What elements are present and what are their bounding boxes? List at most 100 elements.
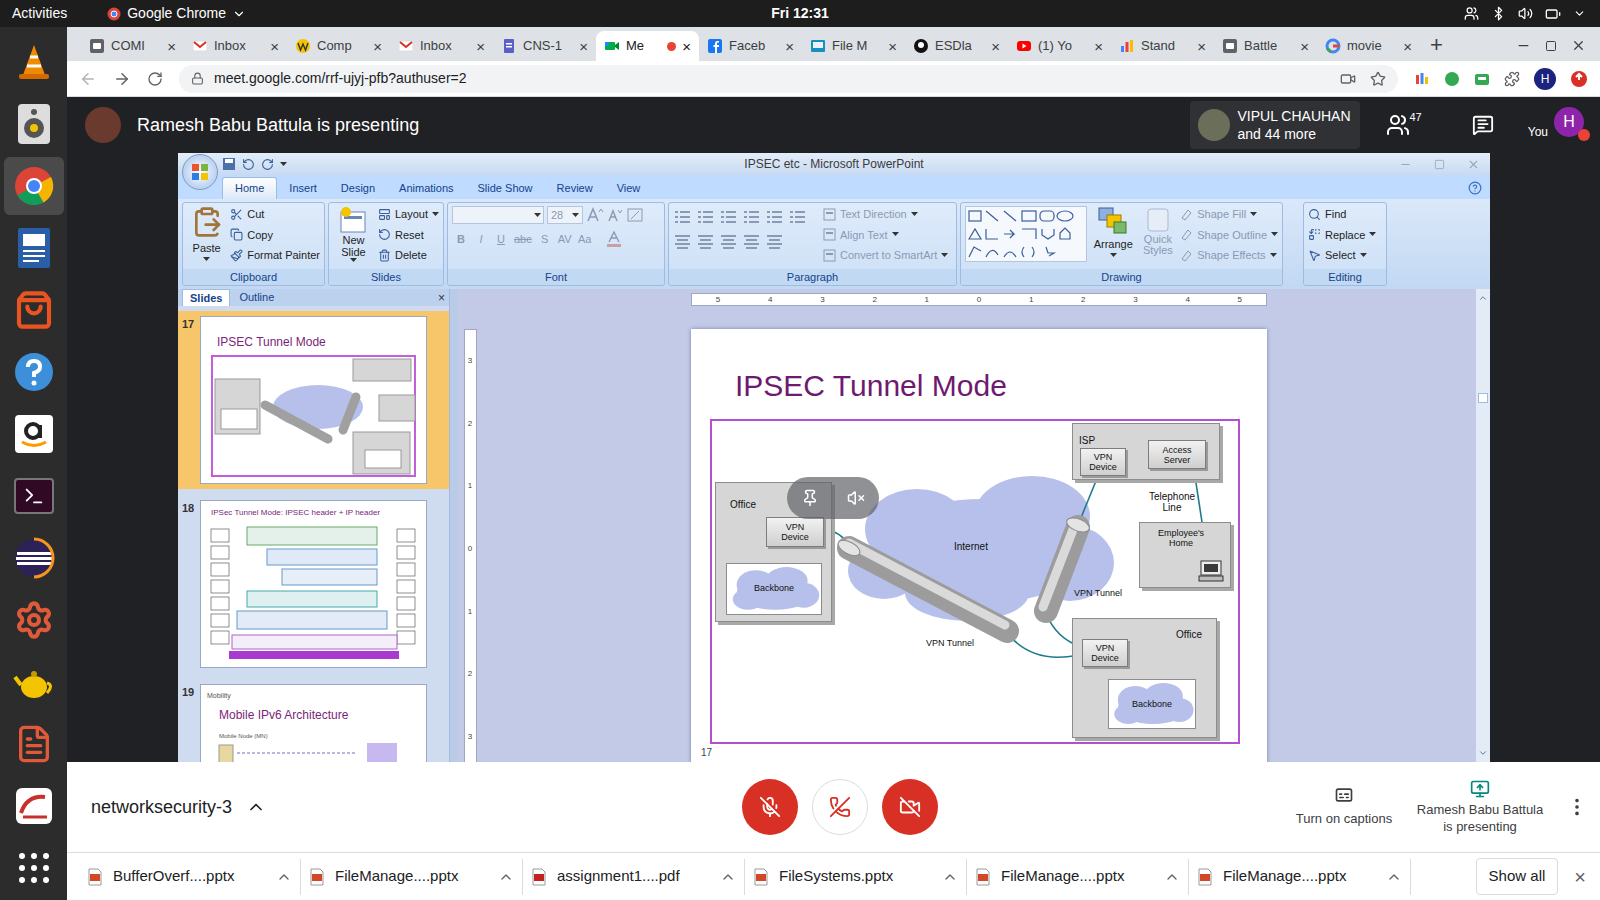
chrome-launcher[interactable]	[4, 157, 64, 215]
close-downloads-button[interactable]: ×	[1574, 867, 1586, 887]
font-size-field[interactable]: 28	[547, 206, 583, 224]
close-tab-button[interactable]: ×	[682, 39, 691, 54]
rhythmbox-launcher[interactable]	[4, 95, 64, 153]
browser-tab[interactable]: COMI×	[81, 31, 184, 61]
close-tab-button[interactable]: ×	[167, 39, 176, 54]
browser-tab[interactable]: File M×	[802, 31, 905, 61]
slide-thumbnail[interactable]: 18IPSec Tunnel Mode: IPSEC header + IP h…	[178, 495, 449, 673]
ribbon-tab[interactable]: Design	[329, 177, 387, 199]
more-options-button[interactable]	[1566, 796, 1588, 818]
browser-tab[interactable]: Inbox×	[390, 31, 493, 61]
browser-tab[interactable]: movie×	[1317, 31, 1420, 61]
meeting-details-button[interactable]: networksecurity-3	[91, 794, 266, 821]
slide-thumbnail[interactable]: 19MobilityMobile IPv6 ArchitectureMobile…	[178, 679, 449, 762]
maximize-button[interactable]	[1545, 40, 1557, 52]
slides-item[interactable]: Layout	[378, 206, 439, 223]
close-window-button[interactable]	[1571, 38, 1586, 53]
chat-button[interactable]	[1472, 114, 1494, 136]
show-all-button[interactable]: Show all	[1476, 858, 1559, 895]
back-button[interactable]	[79, 70, 97, 88]
paragraph-item[interactable]: Convert to SmartArt	[823, 247, 948, 264]
eclipse-launcher[interactable]	[4, 529, 64, 587]
browser-tab[interactable]: Stand×	[1111, 31, 1214, 61]
slide-thumbnail[interactable]: 17IPSEC Tunnel Mode	[178, 311, 449, 489]
bookmark-star-icon[interactable]	[1370, 71, 1386, 87]
drawing-item[interactable]: Shape Effects	[1180, 247, 1278, 264]
save-icon[interactable]	[222, 157, 236, 171]
ribbon-tab[interactable]: Slide Show	[466, 177, 545, 199]
self-tile[interactable]: YouH	[1528, 107, 1584, 143]
update-icon[interactable]	[1570, 70, 1588, 88]
paste-button[interactable]: Paste	[187, 206, 226, 269]
settings-launcher[interactable]	[4, 591, 64, 649]
browser-tab[interactable]: CNS-1×	[493, 31, 596, 61]
redo-icon[interactable]	[261, 158, 274, 171]
close-tab-button[interactable]: ×	[888, 39, 897, 54]
participant-tile[interactable]: VIPUL CHAUHANand 44 more	[1190, 101, 1360, 149]
pane-tab[interactable]: Outline	[232, 289, 281, 306]
extensions-button[interactable]	[1504, 71, 1520, 87]
download-item[interactable]: FileManage....pptx	[301, 859, 523, 895]
browser-tab[interactable]: Me×	[596, 31, 699, 61]
ribbon-tab[interactable]: Home	[222, 177, 277, 199]
close-tab-button[interactable]: ×	[373, 39, 382, 54]
ppt-close-button[interactable]	[1467, 158, 1480, 171]
pane-tab[interactable]: Slides	[182, 289, 230, 306]
document-viewer-launcher[interactable]	[4, 219, 64, 277]
close-tab-button[interactable]: ×	[1300, 39, 1309, 54]
close-tab-button[interactable]: ×	[991, 39, 1000, 54]
editing-item[interactable]: Replace	[1308, 227, 1376, 244]
editing-item[interactable]: Find	[1308, 206, 1376, 223]
format-button[interactable]: abc	[512, 230, 534, 248]
reload-button[interactable]	[147, 71, 163, 87]
leave-call-button[interactable]	[812, 779, 868, 835]
clock[interactable]: Fri 12:31	[771, 3, 829, 24]
activities-button[interactable]: Activities	[12, 3, 67, 24]
download-item[interactable]: FileSystems.pptx	[745, 859, 967, 895]
download-item[interactable]: BufferOverf....pptx	[79, 859, 301, 895]
remote-launcher[interactable]	[4, 777, 64, 835]
help-button[interactable]	[1468, 181, 1482, 195]
drawing-item[interactable]: Shape Fill	[1180, 206, 1278, 223]
close-tab-button[interactable]: ×	[785, 39, 794, 54]
amazon-launcher[interactable]	[4, 405, 64, 463]
system-tray[interactable]	[1464, 6, 1586, 22]
new-slide-button[interactable]: New Slide	[333, 206, 374, 269]
teapot-launcher[interactable]	[4, 653, 64, 711]
format-button[interactable]: AV	[556, 230, 574, 248]
editing-item[interactable]: Select	[1308, 247, 1376, 264]
address-field[interactable]: meet.google.com/rrf-ujyj-pfb?authuser=2	[179, 65, 1398, 93]
pane-close-button[interactable]: ×	[438, 290, 445, 306]
paragraph-item[interactable]: Align Text	[823, 227, 948, 244]
close-tab-button[interactable]: ×	[476, 39, 485, 54]
close-tab-button[interactable]: ×	[579, 39, 588, 54]
scroll-down-button[interactable]	[1478, 748, 1488, 758]
ppt-minimize-button[interactable]	[1399, 158, 1412, 171]
slides-item[interactable]: Delete	[378, 247, 439, 264]
browser-tab[interactable]: (1) Yo×	[1008, 31, 1111, 61]
quick-styles-button[interactable]: Quick Styles	[1140, 206, 1177, 269]
download-item[interactable]: FileManage....pptx	[1189, 859, 1411, 895]
app-menu[interactable]: Google Chrome	[107, 3, 246, 24]
pin-button[interactable]	[801, 489, 819, 507]
camera-toggle-button[interactable]	[882, 779, 938, 835]
browser-tab[interactable]: Battle×	[1214, 31, 1317, 61]
shapes-gallery[interactable]	[965, 206, 1087, 262]
close-tab-button[interactable]: ×	[1094, 39, 1103, 54]
camera-in-use-icon[interactable]	[1340, 71, 1356, 87]
undo-icon[interactable]	[242, 158, 255, 171]
minimize-button[interactable]	[1516, 38, 1531, 53]
scroll-thumb[interactable]	[1478, 393, 1488, 403]
ribbon-tab[interactable]: Review	[545, 177, 605, 199]
ribbon-tab[interactable]: View	[605, 177, 653, 199]
browser-tab[interactable]: Faceb×	[699, 31, 802, 61]
browser-tab[interactable]: ESDla×	[905, 31, 1008, 61]
forward-button[interactable]	[113, 70, 131, 88]
show-apps-button[interactable]	[4, 839, 64, 897]
format-button[interactable]: I	[472, 230, 490, 248]
close-tab-button[interactable]: ×	[1403, 39, 1412, 54]
terminal-launcher[interactable]	[4, 467, 64, 525]
new-tab-button[interactable]: +	[1430, 34, 1443, 56]
slides-item[interactable]: Reset	[378, 227, 439, 244]
software-launcher[interactable]	[4, 281, 64, 339]
